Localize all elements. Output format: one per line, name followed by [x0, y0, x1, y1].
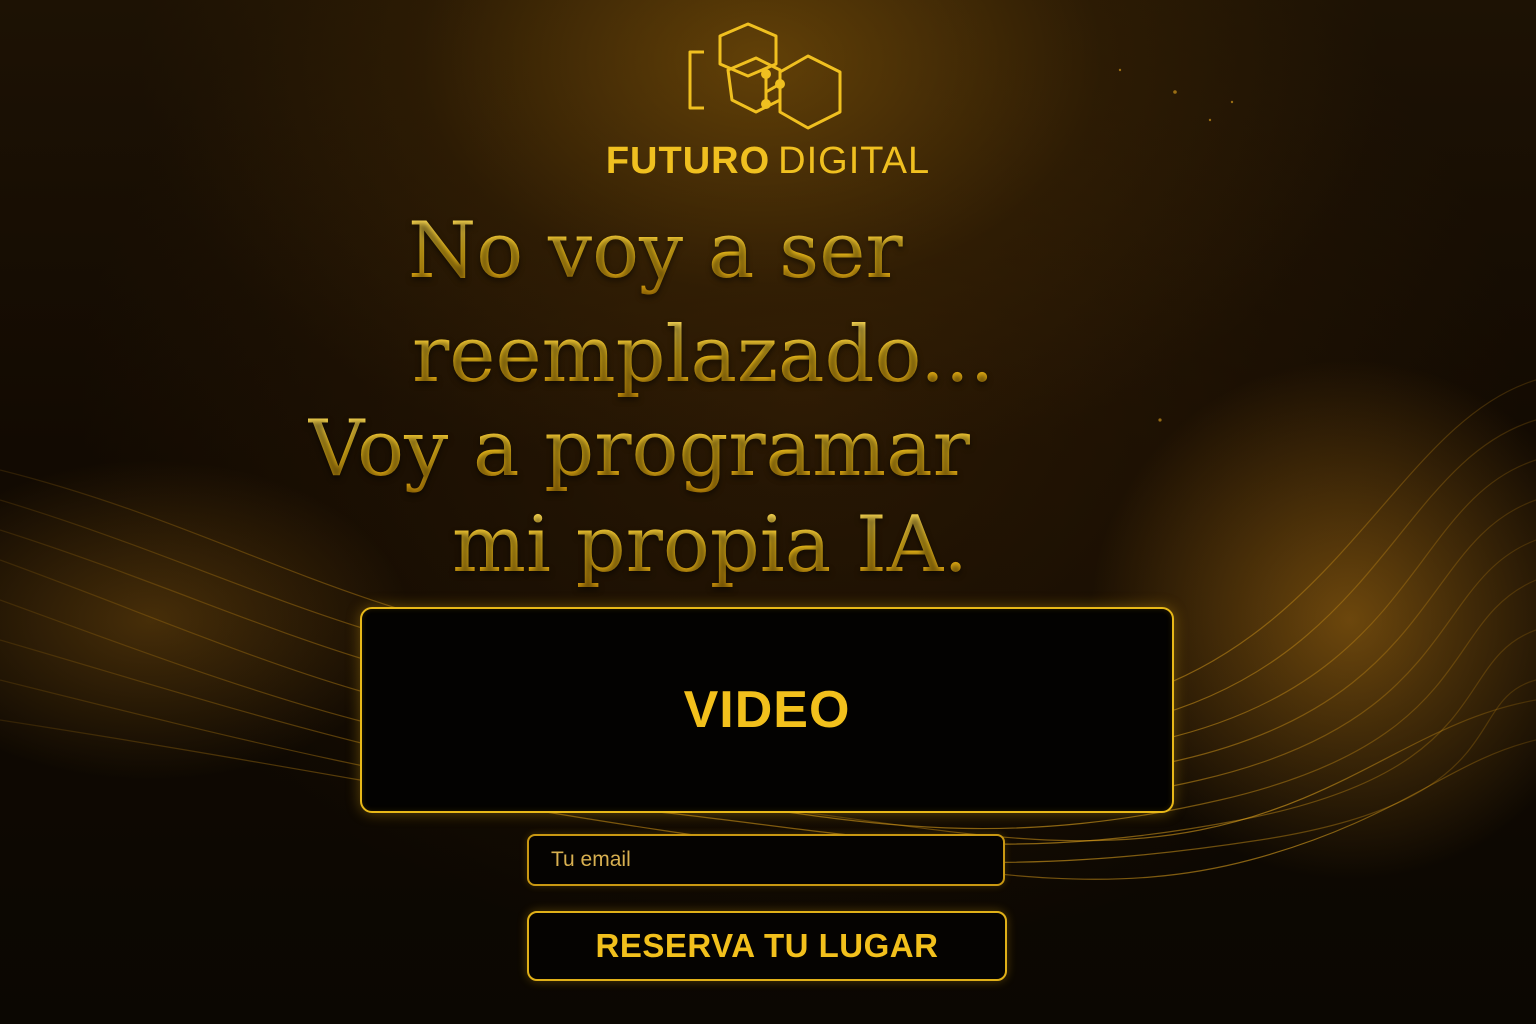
video-player[interactable]: VIDEO [360, 607, 1174, 813]
headline-line-2: reemplazado... [412, 310, 995, 400]
reserve-spot-button[interactable]: RESERVA TU LUGAR [527, 911, 1007, 981]
email-input[interactable] [527, 834, 1005, 886]
brand-name: FUTURO DIGITAL [0, 138, 1536, 184]
headline-line-3: Voy a programar [308, 404, 970, 494]
video-label: VIDEO [683, 681, 851, 739]
landing-page: FUTURO DIGITAL No voy a ser reemplazado..… [0, 0, 1536, 1024]
hexagon-network-logo-icon [688, 22, 842, 130]
brand-name-bold: FUTURO [605, 140, 771, 182]
headline-line-4: mi propia IA. [452, 500, 968, 590]
headline-line-1: No voy a ser [408, 206, 903, 296]
brand-name-light: DIGITAL [778, 140, 931, 182]
